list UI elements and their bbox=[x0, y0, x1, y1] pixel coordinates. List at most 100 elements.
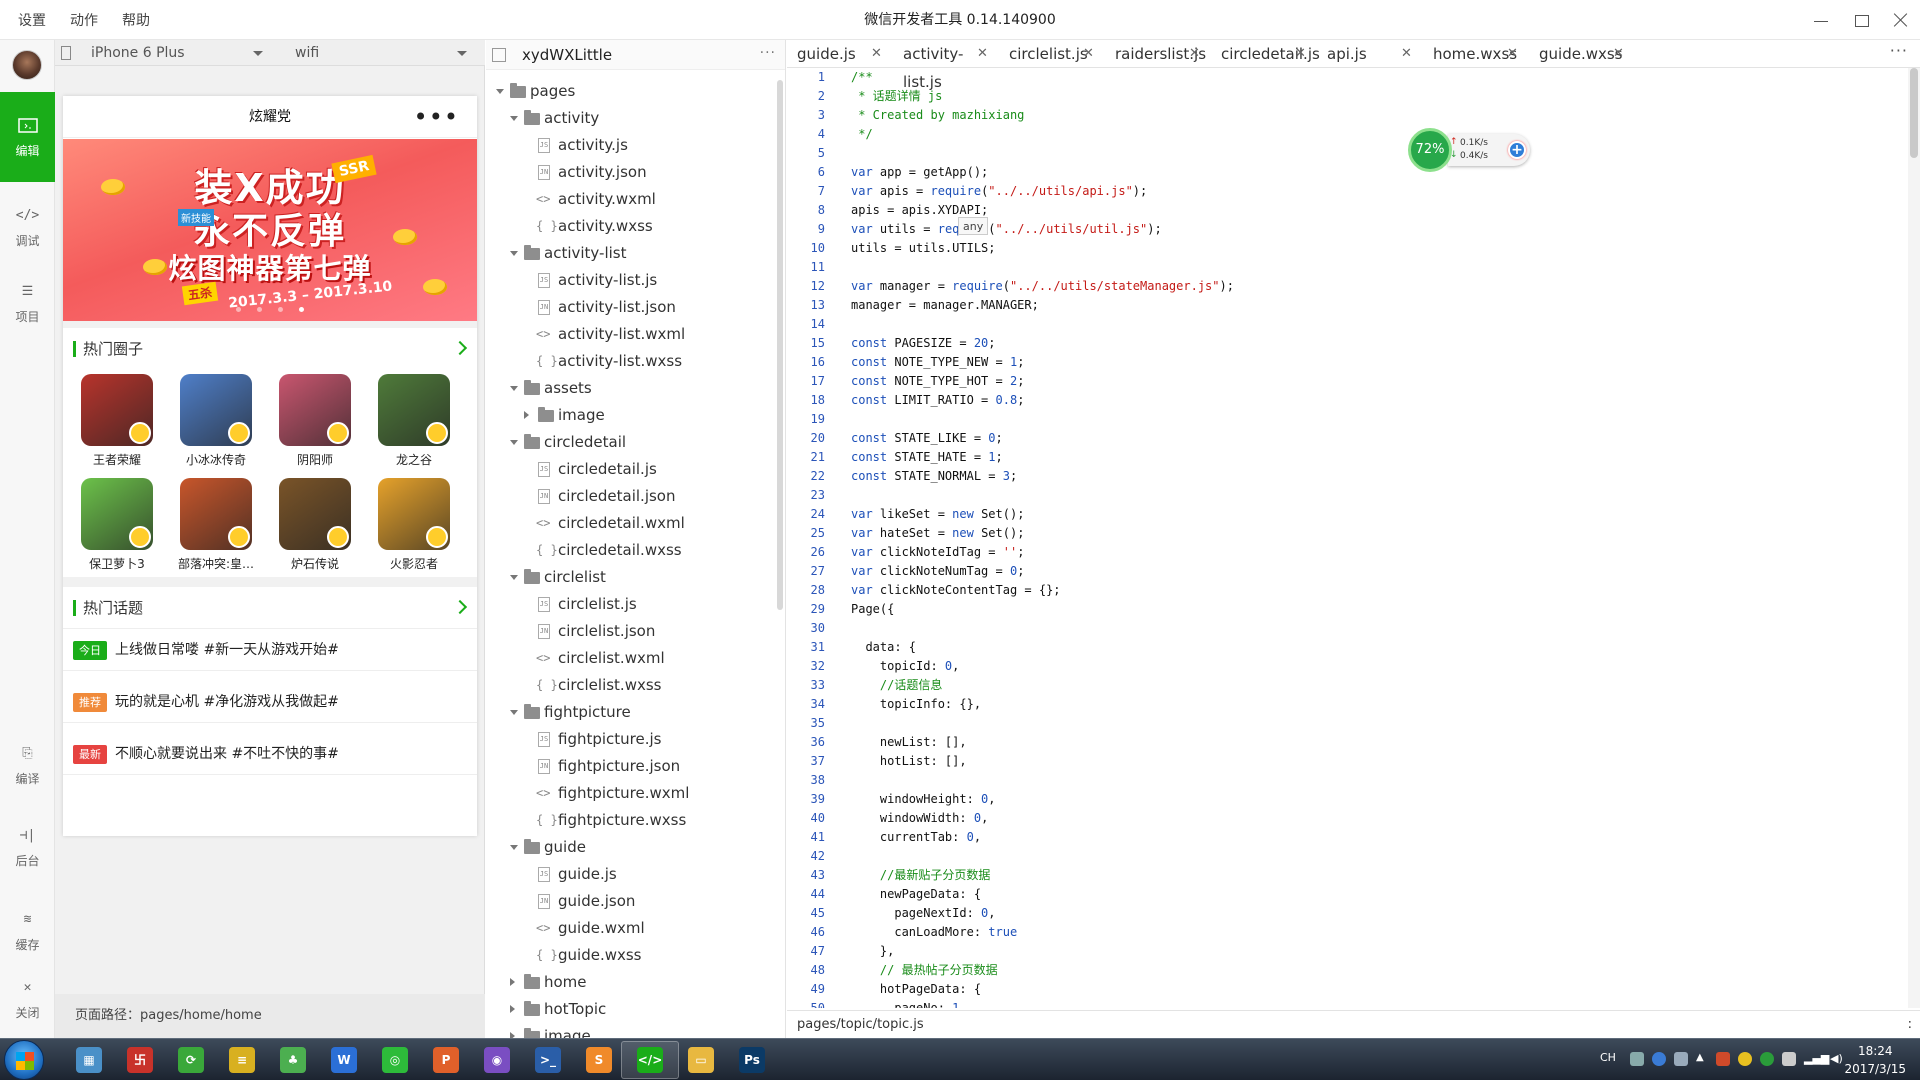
folder-item[interactable]: assets bbox=[486, 375, 785, 402]
folder-item[interactable]: hotTopic bbox=[486, 996, 785, 1023]
file-item[interactable]: { } circlelist.wxss bbox=[486, 672, 785, 699]
folder-item[interactable]: pages bbox=[486, 78, 785, 105]
folder-item[interactable]: activity-list bbox=[486, 240, 785, 267]
taskbar-app-green-leaf[interactable]: ♣ bbox=[264, 1041, 322, 1079]
hot-circles-header[interactable]: 热门圈子 bbox=[63, 328, 477, 370]
chevron-down-icon[interactable] bbox=[510, 575, 518, 580]
editor-tab[interactable]: activity-list.js ✕ bbox=[893, 40, 999, 91]
file-item[interactable]: { } guide.wxss bbox=[486, 942, 785, 969]
ime-indicator[interactable]: CH bbox=[1600, 1051, 1616, 1064]
menu-settings[interactable]: 设置 bbox=[18, 10, 46, 30]
topic-item[interactable]: 今日 上线做日常喽 #新一天从游戏开始# bbox=[63, 629, 477, 671]
folder-item[interactable]: circledetail bbox=[486, 429, 785, 456]
taskbar-calculator[interactable]: ▦ bbox=[60, 1041, 118, 1079]
boost-plus-icon[interactable]: + bbox=[1508, 141, 1526, 159]
chevron-right-icon[interactable] bbox=[510, 1005, 519, 1013]
editor-tab[interactable]: home.wxss ✕ bbox=[1423, 40, 1529, 68]
security-icon[interactable] bbox=[1674, 1052, 1688, 1066]
folder-item[interactable]: activity bbox=[486, 105, 785, 132]
folder-item[interactable]: circlelist bbox=[486, 564, 785, 591]
nav-edit[interactable]: 编辑 bbox=[0, 92, 55, 182]
nav-compile[interactable]: ⎘ 编译 bbox=[0, 720, 55, 810]
folder-item[interactable]: home bbox=[486, 969, 785, 996]
file-item[interactable]: <> circledetail.wxml bbox=[486, 510, 785, 537]
tab-close-icon[interactable]: ✕ bbox=[1401, 40, 1412, 68]
chevron-right-icon[interactable] bbox=[510, 978, 519, 986]
tab-close-icon[interactable]: ✕ bbox=[1189, 40, 1200, 68]
editor-tab[interactable]: circledetail.js ✕ bbox=[1211, 40, 1320, 68]
folder-item[interactable]: guide bbox=[486, 834, 785, 861]
taskbar-wechat[interactable]: ◎ bbox=[366, 1041, 424, 1079]
help-icon[interactable] bbox=[1652, 1052, 1666, 1066]
taskbar-sublime[interactable]: S bbox=[570, 1041, 628, 1079]
taskbar-app-green-refresh[interactable]: ⟳ bbox=[162, 1041, 220, 1079]
carousel-dot[interactable] bbox=[236, 307, 241, 312]
maximize-button[interactable] bbox=[1852, 11, 1870, 29]
file-item[interactable]: JN guide.json bbox=[486, 888, 785, 915]
file-tree-scrollbar[interactable] bbox=[777, 80, 783, 610]
tray-app-icon[interactable] bbox=[1760, 1052, 1774, 1066]
file-item[interactable]: JN activity.json bbox=[486, 159, 785, 186]
game-tile[interactable]: 火影忍者 bbox=[366, 475, 462, 575]
taskbar-app-cat[interactable]: ◉ bbox=[468, 1041, 526, 1079]
file-item[interactable]: JS activity-list.js bbox=[486, 267, 785, 294]
folder-item[interactable]: fightpicture bbox=[486, 699, 785, 726]
volume-icon[interactable]: ◀) bbox=[1830, 1052, 1844, 1066]
file-item[interactable]: { } fightpicture.wxss bbox=[486, 807, 785, 834]
network-speed-widget[interactable]: ↑ 0.1K/s ↓ 0.4K/s + 72% bbox=[1408, 128, 1536, 172]
game-tile[interactable]: 小冰冰传奇 bbox=[168, 371, 264, 471]
folder-item[interactable]: image bbox=[486, 402, 785, 429]
file-item[interactable]: JN fightpicture.json bbox=[486, 753, 785, 780]
chevron-down-icon[interactable] bbox=[510, 845, 518, 850]
editor-scrollbar[interactable] bbox=[1908, 68, 1920, 1008]
taskbar-app-red[interactable]: 卐 bbox=[111, 1041, 169, 1079]
game-tile[interactable]: 王者荣耀 bbox=[69, 371, 165, 471]
menu-actions[interactable]: 动作 bbox=[70, 10, 98, 30]
tab-close-icon[interactable]: ✕ bbox=[1507, 40, 1518, 68]
more-icon[interactable]: ··· bbox=[760, 40, 776, 66]
tab-close-icon[interactable]: ✕ bbox=[977, 40, 988, 68]
tray-expand-icon[interactable]: ▲ bbox=[1696, 1052, 1710, 1066]
file-item[interactable]: JN activity-list.json bbox=[486, 294, 785, 321]
banner-carousel[interactable]: 装X成功 永不反弹 炫图神器第七弹 SSR 新技能 五杀 2017.3.3 – … bbox=[63, 139, 477, 321]
game-tile[interactable]: 保卫萝卜3 bbox=[69, 475, 165, 575]
file-item[interactable]: JS circledetail.js bbox=[486, 456, 785, 483]
scrollbar-thumb[interactable] bbox=[1910, 68, 1918, 158]
chevron-down-icon[interactable] bbox=[510, 440, 518, 445]
tab-close-icon[interactable]: ✕ bbox=[1295, 40, 1306, 68]
carousel-dot-active[interactable] bbox=[299, 307, 304, 312]
menu-help[interactable]: 帮助 bbox=[122, 10, 150, 30]
file-item[interactable]: JN circledetail.json bbox=[486, 483, 785, 510]
tabs-more-icon[interactable]: ··· bbox=[1890, 40, 1908, 62]
file-item[interactable]: <> fightpicture.wxml bbox=[486, 780, 785, 807]
file-item[interactable]: JS circlelist.js bbox=[486, 591, 785, 618]
chevron-right-icon[interactable] bbox=[524, 411, 533, 419]
network-icon[interactable]: ▂▄▆ bbox=[1804, 1052, 1829, 1066]
nav-project[interactable]: ☰ 项目 bbox=[0, 258, 55, 348]
file-item[interactable]: { } activity.wxss bbox=[486, 213, 785, 240]
file-item[interactable]: { } circledetail.wxss bbox=[486, 537, 785, 564]
editor-tab[interactable]: raiderslist.js ✕ bbox=[1105, 40, 1211, 68]
carousel-dot[interactable] bbox=[278, 307, 283, 312]
tray-app-icon[interactable] bbox=[1716, 1052, 1730, 1066]
tray-app-icon[interactable] bbox=[1738, 1052, 1752, 1066]
game-tile[interactable]: 部落冲突:皇… bbox=[168, 475, 264, 575]
chevron-down-icon[interactable] bbox=[510, 386, 518, 391]
file-item[interactable]: { } activity-list.wxss bbox=[486, 348, 785, 375]
taskbar-powershell[interactable]: >_ bbox=[519, 1041, 577, 1079]
taskbar-word[interactable]: W bbox=[315, 1041, 373, 1079]
topic-item[interactable]: 最新 不顺心就要说出来 #不吐不快的事# bbox=[63, 733, 477, 775]
carousel-dot[interactable] bbox=[257, 307, 262, 312]
topic-item[interactable]: 推荐 玩的就是心机 #净化游戏从我做起# bbox=[63, 681, 477, 723]
file-item[interactable]: JS fightpicture.js bbox=[486, 726, 785, 753]
more-menu-icon[interactable]: ••• bbox=[414, 96, 459, 138]
chevron-down-icon[interactable] bbox=[510, 710, 518, 715]
game-tile[interactable]: 阴阳师 bbox=[267, 371, 363, 471]
close-window-button[interactable] bbox=[1892, 11, 1910, 29]
start-button[interactable] bbox=[4, 1040, 44, 1080]
file-item[interactable]: <> circlelist.wxml bbox=[486, 645, 785, 672]
editor-tab[interactable]: guide.js ✕ bbox=[787, 40, 893, 68]
hot-topics-header[interactable]: 热门话题 bbox=[63, 587, 477, 629]
taskbar-explorer[interactable]: ▭ bbox=[672, 1041, 730, 1079]
nav-background[interactable]: ⊣| 后台 bbox=[0, 802, 55, 892]
